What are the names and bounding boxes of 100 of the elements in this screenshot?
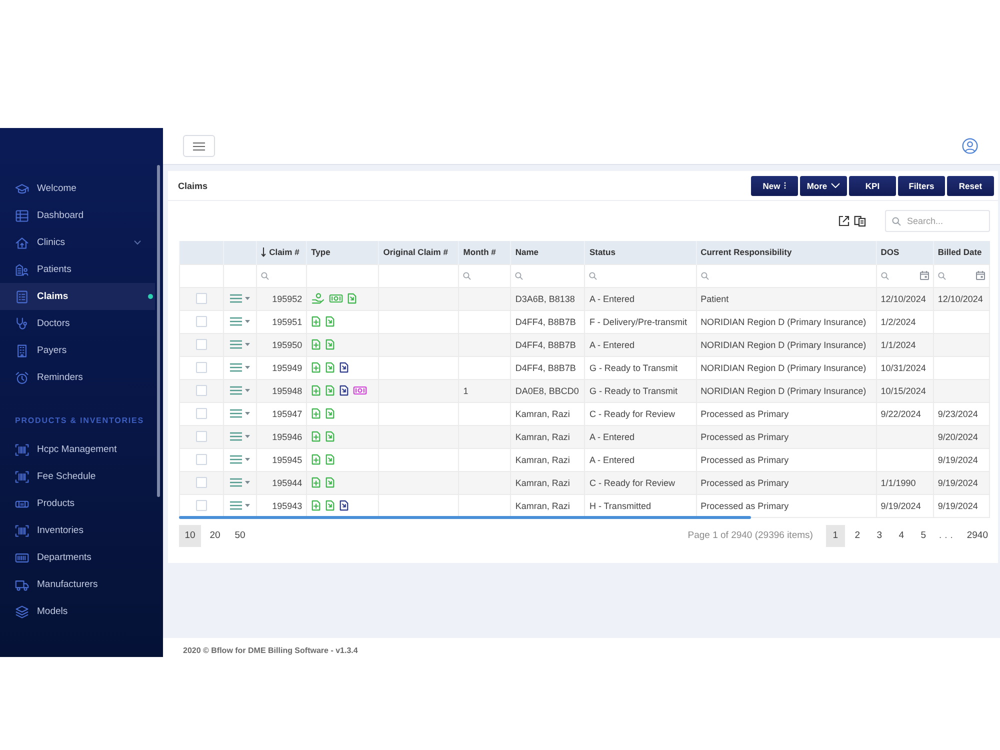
page-size-button[interactable]: 50 [229,524,251,546]
table-cell: 195945 [256,448,307,471]
sidebar-item[interactable]: Patients [0,256,155,283]
sidebar-item[interactable]: Payers [0,337,155,364]
column-header[interactable]: Claim # [256,241,307,264]
table-cell: D3A6B, B8138 [510,287,585,310]
column-header[interactable]: Status [584,241,696,264]
table-cell: G - Ready to Transmit [584,379,696,402]
table-cell: 1/2/2024 [876,310,934,333]
caret-icon [245,481,250,484]
table-cell: 1/1/1990 [876,471,934,494]
caret-icon [245,366,250,369]
user-icon[interactable] [962,138,978,154]
search-field[interactable]: Search... [885,210,990,232]
house-icon [15,236,29,250]
page-button[interactable]: 1 [826,524,845,546]
sidebar-item[interactable]: Claims [0,283,155,310]
sidebar-item[interactable]: Hcpc Management [0,436,155,463]
menu-button[interactable] [183,135,215,157]
row-menu-button[interactable] [230,409,250,418]
checkbox[interactable] [196,316,208,327]
caret-icon [245,458,250,461]
checkbox[interactable] [196,500,208,511]
page-button[interactable]: 3 [870,524,889,546]
row-menu-button[interactable] [230,363,250,372]
column-header[interactable]: Month # [458,241,511,264]
building-person-icon [15,262,29,276]
sidebar-item[interactable]: Doctors [0,310,155,337]
row-menu-button[interactable] [230,432,250,441]
page-button[interactable]: 5 [914,524,933,546]
checkbox[interactable] [196,293,208,304]
table-cell: 195948 [256,379,307,402]
sidebar-item[interactable]: Products [0,490,155,517]
toolbar-button[interactable]: Reset [947,176,994,196]
toolbar-button[interactable]: KPI [849,176,896,196]
toolbar-button[interactable]: New [751,176,798,196]
copyright-text: 2020 © Bflow for DME Billing Software - v1.3.4 [183,646,359,656]
menu-icon [230,317,242,326]
sidebar-item[interactable]: Dashboard [0,202,155,229]
table-cell: 195944 [256,471,307,494]
toolbar-button[interactable]: Filters [898,176,945,196]
table-cell: Patient [696,287,876,310]
sidebar-item[interactable]: Models [0,598,155,625]
table-cell: NORIDIAN Region D (Primary Insurance) [696,310,876,333]
menu-icon [230,432,242,441]
export-icon[interactable] [838,215,850,227]
checkbox[interactable] [196,385,208,396]
checkbox[interactable] [196,431,208,442]
checkbox[interactable] [196,362,208,373]
row-menu-button[interactable] [230,478,250,487]
menu-icon [230,294,242,303]
page-button[interactable]: 4 [892,524,911,546]
table-cell: D4FF4, B8B7B [510,333,585,356]
sidebar-item[interactable]: Departments [0,544,155,571]
striped-box-icon [15,550,29,564]
checkbox[interactable] [196,454,208,465]
sidebar-item[interactable]: Welcome [0,175,155,202]
checkbox[interactable] [196,477,208,488]
menu-icon [230,386,242,395]
row-menu-button[interactable] [230,501,250,510]
column-header[interactable]: Current Responsibility [696,241,876,264]
barcode-icon [15,524,29,538]
column-header[interactable]: Type [306,241,379,264]
sidebar-item[interactable]: Reminders [0,364,155,391]
page-size-button[interactable]: 10 [179,524,201,546]
table-cell: 12/10/2024 [876,287,934,310]
scrollbar-thumb[interactable] [157,165,160,497]
column-header[interactable]: DOS [876,241,934,264]
truck-icon [15,578,29,592]
menu-icon [230,478,242,487]
table-cell: 9/19/2024 [876,494,934,517]
row-menu-button[interactable] [230,294,250,303]
toolbar-button[interactable]: More [800,176,847,196]
copy-icon[interactable] [854,215,866,227]
page-button[interactable]: 2 [848,524,867,546]
column-header[interactable]: Billed Date [933,241,990,264]
table-cell: A - Entered [584,448,696,471]
scrollbar-thumb[interactable] [179,516,751,518]
sidebar-item[interactable]: Fee Schedule [0,463,155,490]
table-cell: Processed as Primary [696,402,876,425]
table-cell: 10/31/2024 [876,356,934,379]
search-icon [892,216,901,226]
graduation-cap-icon [15,182,29,196]
page-button[interactable]: 2940 [962,524,992,546]
sidebar-item[interactable]: Inventories [0,517,155,544]
sidebar-item[interactable]: Clinics [0,229,155,256]
page-title: Claims [178,180,208,190]
column-header[interactable]: Original Claim # [378,241,459,264]
page-size-button[interactable]: 20 [204,524,226,546]
sidebar-item[interactable]: Manufacturers [0,571,155,598]
row-menu-button[interactable] [230,455,250,464]
column-header[interactable]: Name [510,241,585,264]
table-cell: 195950 [256,333,307,356]
table-cell: 9/20/2024 [933,425,990,448]
row-menu-button[interactable] [230,317,250,326]
table-cell: 195946 [256,425,307,448]
checkbox[interactable] [196,339,208,350]
row-menu-button[interactable] [230,386,250,395]
checkbox[interactable] [196,408,208,419]
row-menu-button[interactable] [230,340,250,349]
